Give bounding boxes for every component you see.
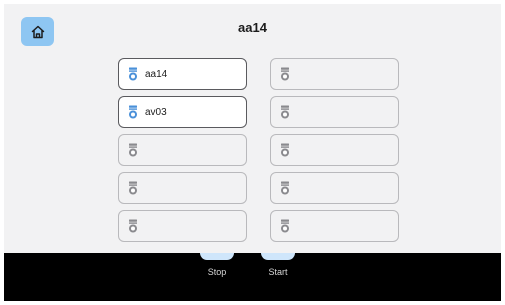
start-button[interactable]: Start	[261, 267, 295, 277]
stop-tab-indicator	[200, 253, 234, 260]
slot-5[interactable]	[118, 134, 247, 166]
start-tab-indicator	[261, 253, 295, 260]
device-icon	[280, 143, 290, 157]
device-icon	[128, 67, 138, 81]
device-icon	[128, 105, 138, 119]
slot-6[interactable]	[270, 134, 399, 166]
page-title: aa14	[238, 20, 267, 35]
device-icon	[128, 219, 138, 233]
bottom-action-bar: Stop Start	[4, 253, 501, 301]
device-icon	[128, 181, 138, 195]
stop-button[interactable]: Stop	[200, 267, 234, 277]
slot-10[interactable]	[270, 210, 399, 242]
slot-grid: aa14 av03	[118, 58, 399, 242]
app-window: aa14 aa14 av03 Stop Start	[4, 4, 501, 301]
device-icon	[280, 67, 290, 81]
slot-4[interactable]	[270, 96, 399, 128]
slot-2[interactable]	[270, 58, 399, 90]
slot-label: av03	[145, 106, 167, 118]
slot-8[interactable]	[270, 172, 399, 204]
device-icon	[280, 219, 290, 233]
device-icon	[128, 143, 138, 157]
device-icon	[280, 105, 290, 119]
slot-9[interactable]	[118, 210, 247, 242]
device-icon	[280, 181, 290, 195]
slot-7[interactable]	[118, 172, 247, 204]
slot-3[interactable]: av03	[118, 96, 247, 128]
slot-1[interactable]: aa14	[118, 58, 247, 90]
slot-label: aa14	[145, 68, 168, 80]
